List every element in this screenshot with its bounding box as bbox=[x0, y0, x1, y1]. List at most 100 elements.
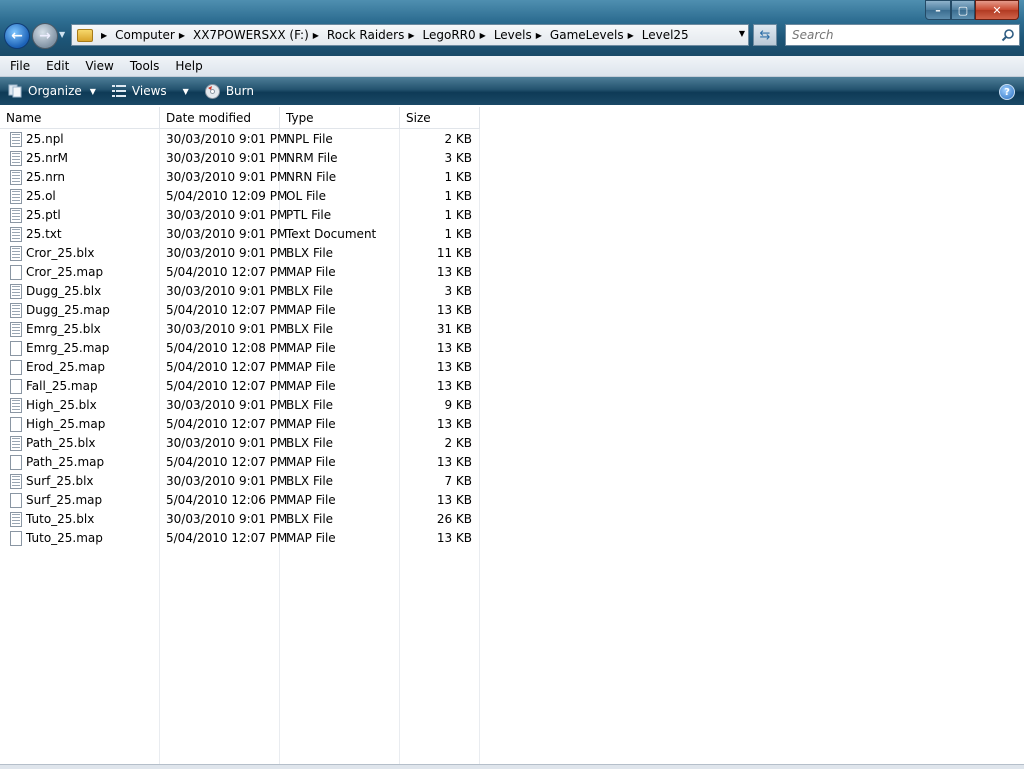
menu-tools[interactable]: Tools bbox=[121, 59, 167, 73]
file-name: Emrg_25.map bbox=[26, 341, 110, 355]
file-icon bbox=[10, 303, 22, 318]
organize-button[interactable]: Organize ▼ bbox=[8, 84, 96, 98]
file-row[interactable]: 25.nrn 30/03/2010 9:01 PM NRN File 1 KB bbox=[0, 168, 480, 187]
breadcrumb-item[interactable]: ▶ Level25 bbox=[624, 28, 689, 42]
file-type: NRN File bbox=[286, 170, 337, 184]
column-header-type-label: Type bbox=[286, 110, 314, 125]
file-name: Cror_25.map bbox=[26, 265, 104, 279]
burn-label: Burn bbox=[225, 84, 254, 98]
breadcrumb-separator-icon[interactable]: ▶ bbox=[536, 31, 542, 40]
file-icon bbox=[10, 227, 22, 242]
file-name: 25.nrM bbox=[26, 151, 68, 165]
column-header-date-label: Date modified bbox=[166, 110, 252, 125]
search-input[interactable] bbox=[790, 27, 994, 43]
file-type: MAP File bbox=[286, 493, 336, 507]
search-box[interactable] bbox=[785, 24, 1020, 46]
menu-file[interactable]: File bbox=[0, 59, 37, 73]
address-history-dropdown[interactable]: ▼ bbox=[739, 29, 745, 38]
file-size: 3 KB bbox=[444, 284, 472, 298]
file-type: BLX File bbox=[286, 436, 334, 450]
file-name: 25.nrn bbox=[26, 170, 66, 184]
file-date-modified: 5/04/2010 12:07 PM bbox=[166, 303, 288, 317]
file-size: 13 KB bbox=[436, 493, 472, 507]
burn-button[interactable]: Burn bbox=[204, 83, 254, 99]
breadcrumb-separator-icon[interactable]: ▶ bbox=[480, 31, 486, 40]
file-row[interactable]: Emrg_25.map 5/04/2010 12:08 PM MAP File 13 … bbox=[0, 339, 480, 358]
file-row[interactable]: High_25.blx 30/03/2010 9:01 PM BLX File 9 K… bbox=[0, 396, 480, 415]
file-type: BLX File bbox=[286, 512, 334, 526]
file-row[interactable]: Dugg_25.map 5/04/2010 12:07 PM MAP File 13 … bbox=[0, 301, 480, 320]
file-row[interactable]: Surf_25.map 5/04/2010 12:06 PM MAP File 13 … bbox=[0, 491, 480, 510]
menu-view[interactable]: View bbox=[76, 59, 120, 73]
file-date-modified: 5/04/2010 12:06 PM bbox=[166, 493, 288, 507]
file-row[interactable]: Fall_25.map 5/04/2010 12:07 PM MAP File 13 … bbox=[0, 377, 480, 396]
back-button[interactable]: ← bbox=[4, 23, 30, 49]
file-type: MAP File bbox=[286, 417, 336, 431]
file-row[interactable]: Erod_25.map 5/04/2010 12:07 PM MAP File 13 … bbox=[0, 358, 480, 377]
file-name: Surf_25.map bbox=[26, 493, 103, 507]
file-icon bbox=[10, 208, 22, 223]
file-row[interactable]: Cror_25.map 5/04/2010 12:07 PM MAP File 13 … bbox=[0, 263, 480, 282]
file-row[interactable]: Path_25.blx 30/03/2010 9:01 PM BLX File 2 K… bbox=[0, 434, 480, 453]
file-type: MAP File bbox=[286, 455, 336, 469]
file-row[interactable]: 25.txt 30/03/2010 9:01 PM Text Document 1 K… bbox=[0, 225, 480, 244]
refresh-button[interactable]: ⇆ bbox=[753, 24, 777, 46]
help-button[interactable]: ? bbox=[999, 84, 1015, 100]
file-row[interactable]: High_25.map 5/04/2010 12:07 PM MAP File 13 … bbox=[0, 415, 480, 434]
file-list: Name Date modified Type Size 25.npl 30/03… bbox=[0, 107, 1024, 764]
minimize-button[interactable]: – bbox=[925, 0, 951, 20]
menu-help[interactable]: Help bbox=[166, 59, 209, 73]
file-row[interactable]: Surf_25.blx 30/03/2010 9:01 PM BLX File 7 K… bbox=[0, 472, 480, 491]
file-name: Emrg_25.blx bbox=[26, 322, 101, 336]
column-header-type[interactable]: Type bbox=[280, 107, 400, 129]
maximize-button[interactable]: ▢ bbox=[951, 0, 975, 20]
file-row[interactable]: Cror_25.blx 30/03/2010 9:01 PM BLX File 11 … bbox=[0, 244, 480, 263]
file-row[interactable]: Path_25.map 5/04/2010 12:07 PM MAP File 13 … bbox=[0, 453, 480, 472]
file-row[interactable]: 25.nrM 30/03/2010 9:01 PM NRM File 3 KB bbox=[0, 149, 480, 168]
breadcrumb-separator-icon[interactable]: ▶ bbox=[408, 31, 414, 40]
breadcrumb-item[interactable]: ▶ Computer bbox=[97, 28, 175, 42]
breadcrumb-separator-icon[interactable]: ▶ bbox=[313, 31, 319, 40]
menu-edit[interactable]: Edit bbox=[37, 59, 76, 73]
file-row[interactable]: Tuto_25.map 5/04/2010 12:07 PM MAP File 13 … bbox=[0, 529, 480, 548]
file-name: Erod_25.map bbox=[26, 360, 105, 374]
close-button[interactable]: ✕ bbox=[975, 0, 1019, 20]
file-icon bbox=[10, 246, 22, 261]
views-button[interactable]: Views ▼ bbox=[111, 84, 189, 98]
file-row[interactable]: Tuto_25.blx 30/03/2010 9:01 PM BLX File 26 … bbox=[0, 510, 480, 529]
column-header-size[interactable]: Size bbox=[400, 107, 480, 129]
column-header-name-label: Name bbox=[6, 110, 42, 125]
breadcrumb-label: Levels bbox=[493, 28, 532, 42]
file-name: 25.txt bbox=[26, 227, 62, 241]
file-name: Dugg_25.map bbox=[26, 303, 110, 317]
breadcrumb-separator-icon[interactable]: ▶ bbox=[179, 31, 185, 40]
file-icon bbox=[10, 398, 22, 413]
file-icon bbox=[10, 284, 22, 299]
file-icon bbox=[10, 170, 22, 185]
file-row[interactable]: Emrg_25.blx 30/03/2010 9:01 PM BLX File 31 … bbox=[0, 320, 480, 339]
column-header-name[interactable]: Name bbox=[0, 107, 160, 129]
breadcrumb-item[interactable]: ▶ LegoRR0 bbox=[404, 28, 475, 42]
file-size: 13 KB bbox=[436, 531, 472, 545]
breadcrumb-item[interactable]: ▶ GameLevels bbox=[532, 28, 624, 42]
file-type: OL File bbox=[286, 189, 327, 203]
breadcrumb-separator-icon[interactable]: ▶ bbox=[628, 31, 634, 40]
forward-button[interactable]: → bbox=[32, 23, 58, 49]
file-icon bbox=[10, 265, 22, 280]
file-size: 11 KB bbox=[436, 246, 472, 260]
breadcrumb-item[interactable]: ▶ XX7POWERSXX (F:) bbox=[175, 28, 309, 42]
breadcrumb-item[interactable]: ▶ Levels bbox=[476, 28, 532, 42]
address-bar[interactable]: ▶ Computer ▶ XX7POWERSXX (F:) ▶ Rock Raiders ▶… bbox=[71, 24, 749, 46]
recent-pages-dropdown[interactable]: ▼ bbox=[59, 30, 65, 39]
file-row[interactable]: 25.ol 5/04/2010 12:09 PM OL File 1 KB bbox=[0, 187, 480, 206]
breadcrumb-item[interactable]: ▶ Rock Raiders bbox=[309, 28, 405, 42]
file-row[interactable]: 25.npl 30/03/2010 9:01 PM NPL File 2 KB bbox=[0, 130, 480, 149]
file-type: NRM File bbox=[286, 151, 338, 165]
column-header-date[interactable]: Date modified bbox=[160, 107, 280, 129]
file-date-modified: 30/03/2010 9:01 PM bbox=[166, 227, 288, 241]
file-row[interactable]: Dugg_25.blx 30/03/2010 9:01 PM BLX File 3 K… bbox=[0, 282, 480, 301]
search-icon[interactable] bbox=[1001, 28, 1015, 42]
file-row[interactable]: 25.ptl 30/03/2010 9:01 PM PTL File 1 KB bbox=[0, 206, 480, 225]
file-name: Path_25.map bbox=[26, 455, 105, 469]
breadcrumb-separator-icon[interactable]: ▶ bbox=[101, 31, 107, 40]
